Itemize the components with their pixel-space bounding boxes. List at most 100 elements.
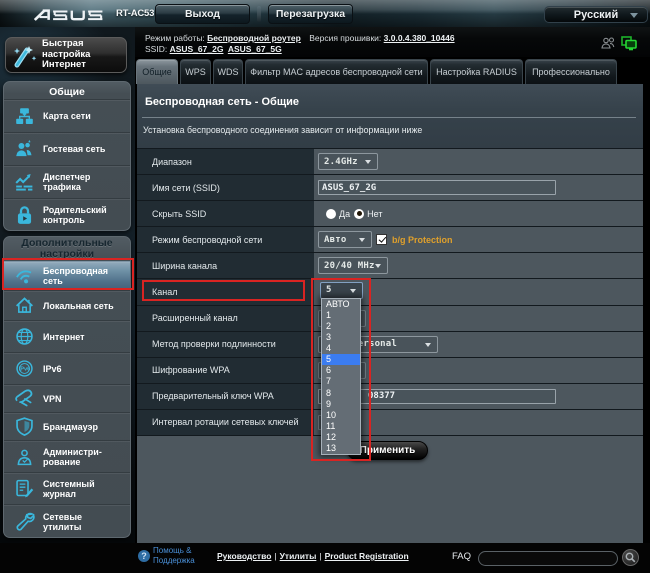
chevron-down-icon (359, 238, 365, 243)
sidebar-item-label: Интернет (43, 331, 85, 342)
help-icon[interactable]: ? (138, 550, 150, 562)
sidebar-item-guest-network[interactable]: Гостевая сеть (4, 132, 130, 165)
sidebar-item-network-tools[interactable]: Сетевые утилиты (4, 504, 130, 537)
vpn-icon (15, 389, 33, 407)
help-text-line: Помощь & (153, 546, 192, 555)
magnifier-glyph (625, 552, 636, 563)
page-title: Беспроводная сеть - Общие (145, 96, 300, 108)
chevron-down-icon (365, 160, 371, 165)
faq-search-input[interactable] (478, 551, 618, 566)
traffic-manager-icon (15, 173, 33, 191)
top-banner: RT-AC53 Выход Перезагрузка Русский (0, 0, 650, 27)
row-label: Шифрование WPA (137, 357, 314, 383)
sidebar-section-title: Общие (49, 86, 85, 98)
row-label: Ширина канала (137, 253, 314, 279)
ssid-2g-link[interactable]: ASUS_67_2G (170, 44, 224, 54)
help-support-link[interactable]: Помощь & Поддержка (153, 546, 195, 566)
form-row-10: Интервал ротации сетевых ключей (137, 409, 643, 437)
chevron-down-icon (425, 342, 431, 347)
select-3[interactable]: Авто (318, 231, 372, 249)
sidebar-item-label: Администри-рование (43, 446, 102, 467)
manual-link[interactable]: Руководство (217, 551, 271, 561)
firmware-label: Версия прошивки: (309, 33, 382, 43)
row-label: Имя сети (SSID) (137, 175, 314, 201)
language-value: Русский (573, 8, 619, 21)
tab-1[interactable]: WPS (180, 59, 211, 84)
sidebar-item-label: Гостевая сеть (43, 144, 106, 154)
network-map-icon (16, 107, 33, 124)
magic-wand-icon (14, 46, 37, 68)
help-text-line: Поддержка (153, 556, 195, 565)
page-header: Беспроводная сеть - Общие Установка бесп… (137, 84, 643, 148)
product-registration-link[interactable]: Product Registration (325, 551, 409, 561)
tab-3[interactable]: Фильтр MAC адресов беспроводной сети (245, 59, 428, 84)
tab-2[interactable]: WDS (213, 59, 243, 84)
row-value: 20/40 MHz (314, 253, 643, 278)
ssid-label: SSID: (145, 44, 168, 54)
tab-5[interactable]: Профессионально (525, 59, 617, 84)
asus-logo-text (33, 9, 103, 21)
sidebar-item-system-log[interactable]: Системный журнал (4, 472, 130, 504)
reboot-button[interactable]: Перезагрузка (268, 4, 353, 24)
sidebar-item-lan[interactable]: Локальная сеть (4, 290, 130, 320)
bg-protection-checkbox[interactable] (376, 234, 387, 246)
quick-setup-button[interactable]: Быстрая настройка Интернет (5, 37, 127, 73)
row-value: Авто b/g Protection (314, 227, 643, 252)
select-0[interactable]: 2.4GHz (318, 153, 378, 171)
sidebar-item-vpn[interactable]: VPN (4, 384, 130, 412)
sidebar-item-traffic-manager[interactable]: Диспетчер трафика (4, 165, 130, 198)
radio-label: Да (339, 208, 351, 219)
firmware-link[interactable]: 3.0.0.4.380_10446 (384, 33, 455, 43)
link-separator: | (274, 551, 277, 561)
select-value: 20/40 MHz (324, 260, 375, 271)
router-model: RT-AC53 (116, 8, 155, 19)
administration-icon (17, 449, 32, 466)
operation-mode-line: Режим работы: Беспроводной роутер Версия… (145, 33, 457, 43)
mode-label: Режим работы: (145, 33, 205, 43)
tab-bar: Общие WPS WDS Фильтр MAC адресов беспроводн… (135, 57, 650, 84)
select-value: Авто (324, 234, 347, 245)
clients-icon[interactable] (601, 37, 616, 50)
select-value: 2.4GHz (324, 156, 358, 167)
language-select[interactable]: Русский (544, 6, 648, 23)
wired-clients-icon[interactable] (621, 36, 638, 51)
tab-4[interactable]: Настройка RADIUS (430, 59, 523, 84)
radio-Да[interactable] (326, 208, 336, 219)
search-icon[interactable] (622, 549, 639, 566)
sidebar-item-firewall[interactable]: Брандмауэр (4, 412, 130, 440)
sidebar-item-network-map[interactable]: Карта сети (4, 99, 130, 132)
link-separator: | (319, 551, 322, 561)
sidebar-item-label: Локальная сеть (43, 300, 114, 311)
asus-logo (33, 8, 104, 27)
form-row-9: Предварительный ключ WPA 08377 (137, 383, 643, 410)
annotation-rect-channel-dropdown (311, 278, 371, 461)
row-value: ASUS_67_2G (314, 175, 643, 200)
ssid-line: SSID: ASUS_67_2G ASUS_67_5G (145, 44, 284, 54)
sidebar-item-ipv6[interactable]: IPv6 IPv6 (4, 352, 130, 384)
form-row-0: Диапазон 2.4GHz (137, 149, 643, 176)
quick-setup-line: Интернет (42, 59, 86, 71)
sidebar-section-0: Общие Карта сети Гостевая сеть Диспетчер тра… (3, 81, 131, 231)
form-row-3: Режим беспроводной сети Авто b/g Protectio… (137, 227, 643, 254)
sidebar-item-wan[interactable]: Интернет (4, 320, 130, 352)
row-value: 2.4GHz (314, 149, 643, 174)
annotation-rect-sidebar-wireless (2, 258, 134, 290)
row-label: Расширенный канал (137, 305, 314, 331)
logout-button[interactable]: Выход (155, 4, 250, 24)
radio-label: Нет (367, 208, 383, 219)
sidebar-item-parental-control[interactable]: Родительский контроль (4, 198, 130, 230)
mode-link[interactable]: Беспроводной роутер (207, 33, 301, 43)
utilities-link[interactable]: Утилиты (280, 551, 317, 561)
form-row-8: Шифрование WPA (137, 357, 643, 384)
sidebar-item-administration[interactable]: Администри-рование (4, 440, 130, 472)
select-4[interactable]: 20/40 MHz (318, 257, 388, 275)
status-bar: Режим работы: Беспроводной роутер Версия… (135, 27, 650, 57)
sidebar-item-label: Системный журнал (43, 478, 95, 499)
sidebar-item-label: Сетевые утилиты (43, 511, 83, 532)
ssid-5g-link[interactable]: ASUS_67_5G (228, 44, 282, 54)
input-1[interactable]: ASUS_67_2G (318, 180, 556, 196)
radio-Нет[interactable] (354, 208, 365, 219)
bg-protection-label: b/g Protection (392, 234, 453, 245)
sidebar-item-label: Диспетчер трафика (43, 172, 91, 192)
tab-0[interactable]: Общие (136, 59, 178, 84)
